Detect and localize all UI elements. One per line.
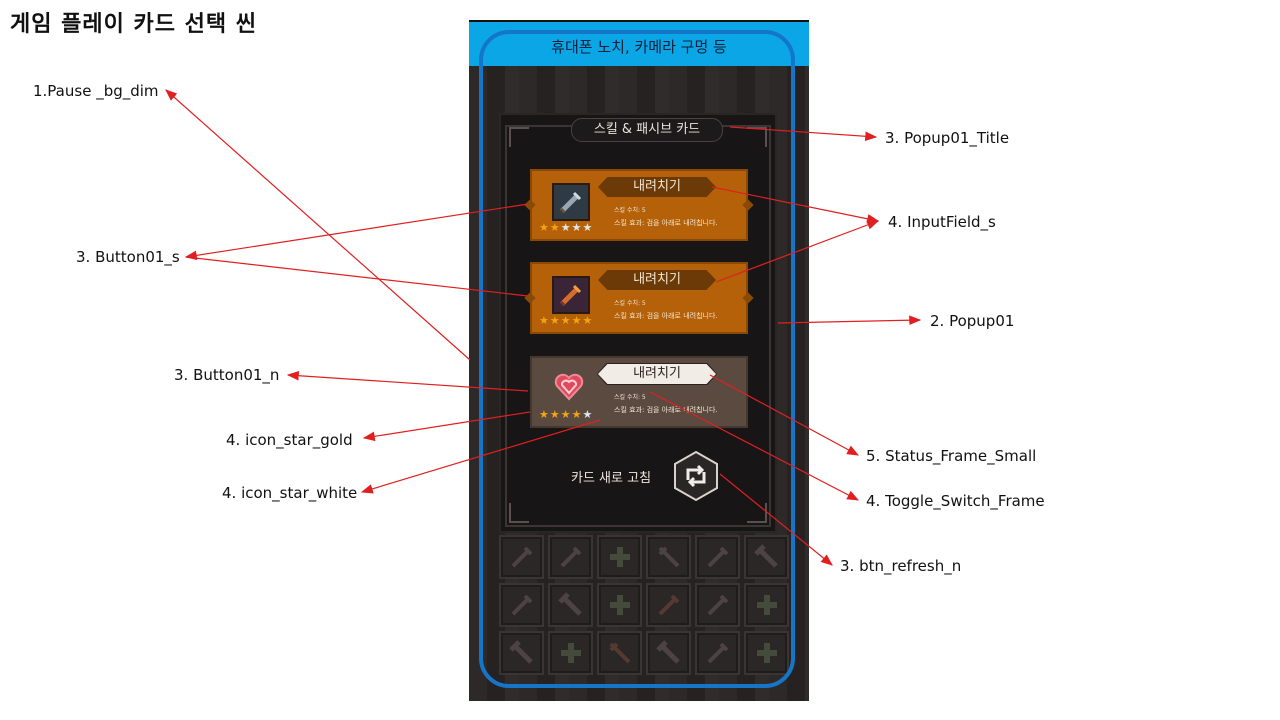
annotation-toggle-switch-frame: 4. Toggle_Switch_Frame [866,492,1045,510]
annotation-button01-n: 3. Button01_n [174,366,280,384]
annotation-icon-star-gold: 4. icon_star_gold [226,431,353,449]
annotation-btn-refresh-n: 3. btn_refresh_n [840,557,962,575]
annotation-pause-bg-dim: 1.Pause _bg_dim [33,82,159,100]
document-title: 게임 플레이 카드 선택 씬 [10,12,258,37]
annotation-button01-s: 3. Button01_s [76,248,180,266]
annotation-popup01-title: 3. Popup01_Title [885,129,1010,147]
arrow-pause-bg-dim [165,89,471,361]
safe-area-frame [479,30,795,688]
annotation-status-frame-small: 5. Status_Frame_Small [866,447,1037,465]
annotation-popup01: 2. Popup01 [930,312,1015,330]
phone-screen: 휴대폰 노치, 카메라 구멍 등 스킬 & 패시브 카드 내려치기 스킬 수치:… [469,20,809,701]
annotation-icon-star-white: 4. icon_star_white [222,484,358,502]
annotation-inputfield-s: 4. InputField_s [888,213,996,231]
